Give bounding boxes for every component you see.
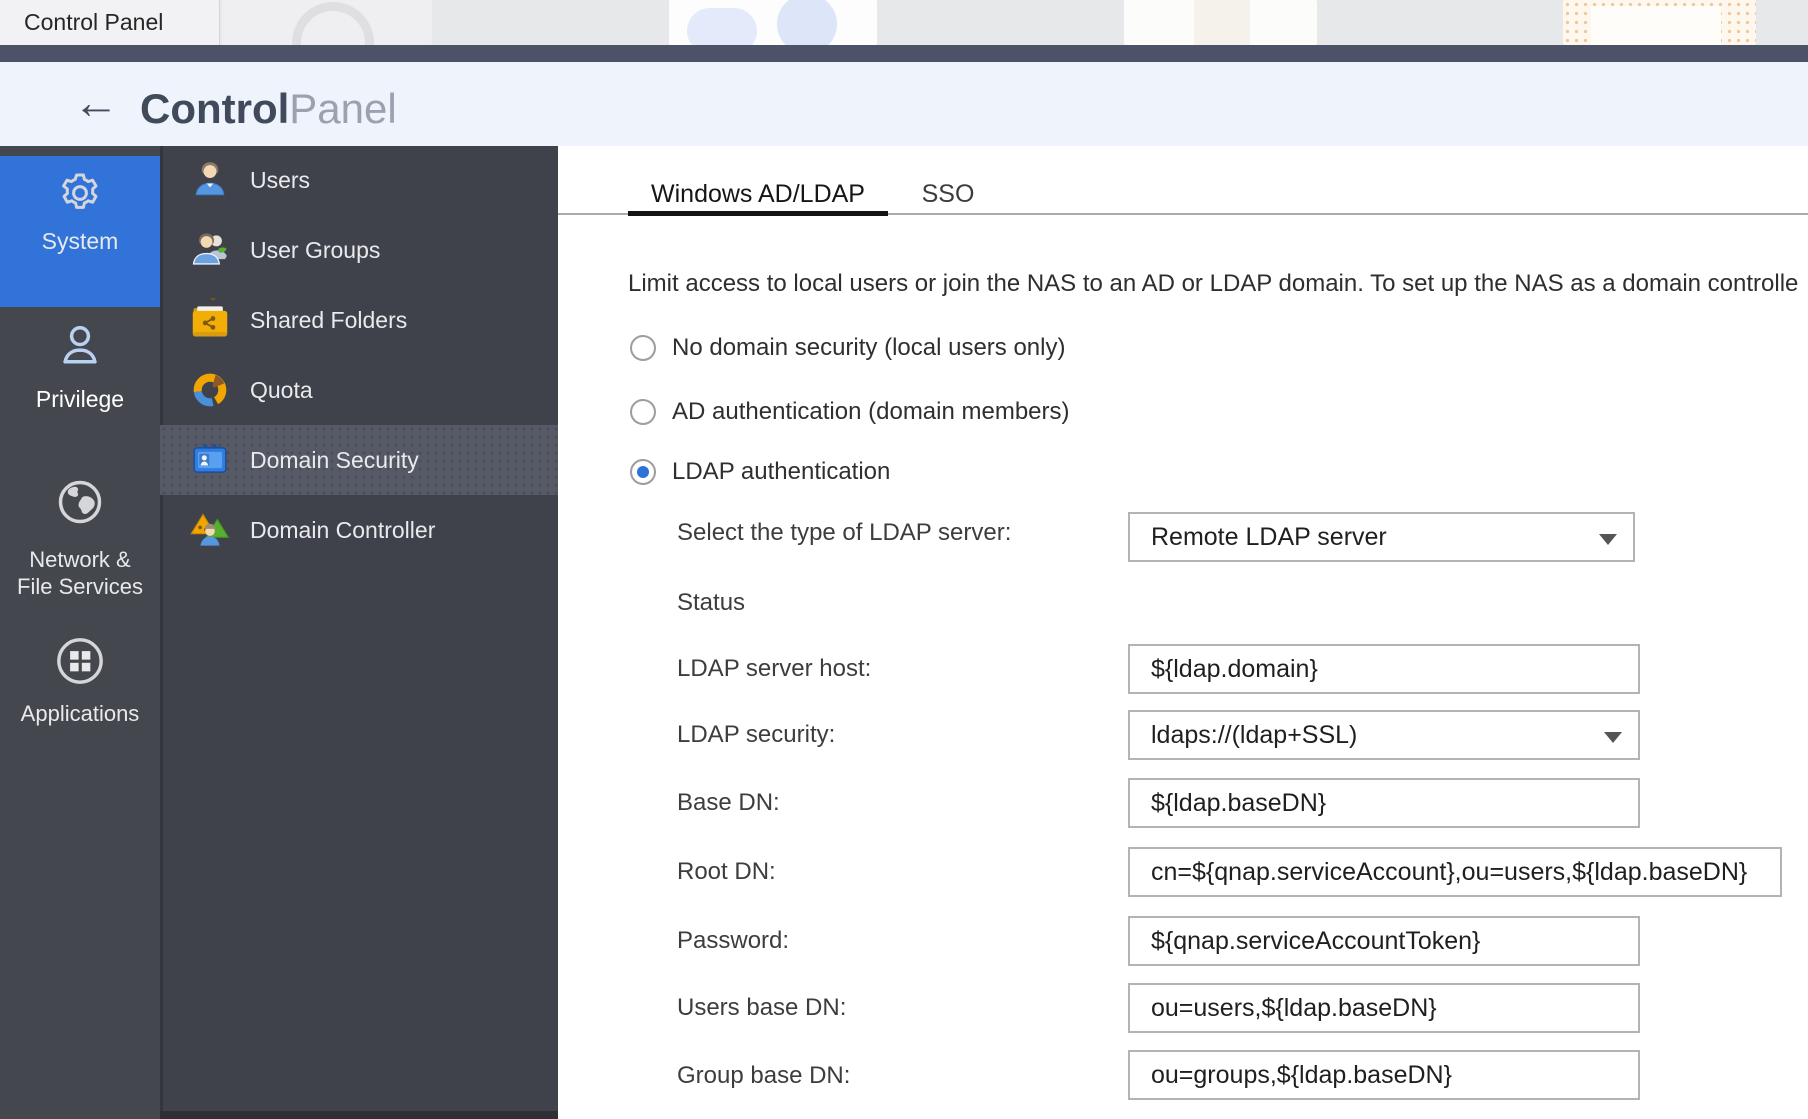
field-value: ldaps://(ldap+SSL) (1151, 721, 1357, 749)
menu-item-label: User Groups (250, 237, 380, 264)
radio-ad-authentication[interactable] (630, 399, 656, 425)
field-label: LDAP server host: (677, 655, 871, 683)
domain-controller-icon (188, 508, 232, 552)
ldap-security-select[interactable]: ldaps://(ldap+SSL) (1128, 710, 1640, 760)
field-value: ${ldap.baseDN} (1151, 789, 1326, 817)
password-input[interactable]: ${qnap.serviceAccountToken} (1128, 916, 1640, 966)
app-header: ← ControlPanel (0, 62, 1808, 146)
radio-ldap-authentication[interactable] (630, 459, 656, 485)
window-preview-thumbnail[interactable] (1124, 0, 1317, 45)
person-icon[interactable] (0, 317, 160, 373)
active-tab-underline (628, 211, 888, 216)
radio-label: No domain security (local users only) (672, 335, 1065, 361)
menu-item-domain-security[interactable]: Domain Security (160, 425, 558, 495)
menu-item-quota[interactable]: Quota (160, 355, 558, 425)
radio-label: LDAP authentication (672, 459, 890, 485)
menu-item-label: Domain Security (250, 447, 419, 474)
taskbar-tab-control-panel[interactable]: Control Panel (0, 0, 220, 45)
shared-folders-icon (188, 298, 232, 342)
applications-grid-icon[interactable] (0, 634, 160, 688)
radio-label: AD authentication (domain members) (672, 399, 1070, 425)
ldap-type-label: Select the type of LDAP server: (677, 519, 1011, 547)
menu-item-label: Users (250, 167, 310, 194)
ldap-type-value: Remote LDAP server (1151, 523, 1387, 551)
menu-item-users[interactable]: Users (160, 145, 558, 215)
chevron-down-icon (1599, 534, 1617, 545)
chevron-down-icon (1604, 732, 1622, 743)
gear-icon[interactable] (0, 169, 160, 217)
window-preview-thumbnail[interactable] (669, 0, 877, 45)
title-divider-bar (0, 45, 1808, 62)
menu-item-label: Domain Controller (250, 517, 435, 544)
sidebar-bottom-strip (160, 1111, 558, 1119)
ldap-type-select[interactable]: Remote LDAP server (1128, 512, 1635, 562)
field-value: cn=${qnap.serviceAccount},ou=users,${lda… (1151, 858, 1747, 886)
field-label: Users base DN: (677, 994, 846, 1022)
menu-item-domain-controller[interactable]: Domain Controller (160, 495, 558, 565)
sidebar-item-applications[interactable]: Applications (0, 701, 160, 727)
ldap-server-host-input[interactable]: ${ldap.domain} (1128, 644, 1640, 694)
quota-pie-icon (188, 368, 232, 412)
domain-security-description: Limit access to local users or join the … (628, 270, 1808, 300)
field-label: LDAP security: (677, 721, 835, 749)
window-preview-thumbnail[interactable] (222, 0, 432, 45)
field-label: Base DN: (677, 789, 780, 817)
root-dn-input[interactable]: cn=${qnap.serviceAccount},ou=users,${lda… (1128, 847, 1782, 897)
window-preview-thumbnail[interactable] (1563, 0, 1756, 45)
page-title-bold: Control (140, 85, 289, 132)
sidebar-item-network-file-services[interactable]: Network & File Services (0, 546, 160, 600)
menu-item-label: Shared Folders (250, 307, 407, 334)
page-title: ControlPanel (140, 83, 397, 135)
field-label: Root DN: (677, 858, 776, 886)
field-value: ou=groups,${ldap.baseDN} (1151, 1061, 1452, 1089)
domain-security-badge-icon (188, 438, 232, 482)
menu-item-user-groups[interactable]: User Groups (160, 215, 558, 285)
menu-item-label: Quota (250, 377, 313, 404)
field-value: ${ldap.domain} (1151, 655, 1318, 683)
group-base-dn-input[interactable]: ou=groups,${ldap.baseDN} (1128, 1050, 1640, 1100)
field-label: Group base DN: (677, 1062, 850, 1090)
sidebar-item-label-line1: Network & (0, 546, 160, 573)
user-groups-icon (188, 228, 232, 272)
users-icon (188, 158, 232, 202)
sidebar-item-label-line2: File Services (0, 573, 160, 600)
tab-windows-ad-ldap[interactable]: Windows AD/LDAP (628, 178, 888, 210)
field-value: ou=users,${ldap.baseDN} (1151, 994, 1437, 1022)
page-title-light: Panel (289, 85, 396, 132)
back-arrow-icon[interactable]: ← (66, 70, 126, 134)
tab-sso[interactable]: SSO (898, 178, 998, 210)
globe-icon[interactable] (0, 476, 160, 528)
radio-no-domain-security[interactable] (630, 335, 656, 361)
control-panel-window: Control Panel ← ControlPanel System Priv… (0, 0, 1808, 1119)
status-label: Status (677, 589, 745, 617)
field-value: ${qnap.serviceAccountToken} (1151, 927, 1480, 955)
taskbar-tab-label: Control Panel (0, 9, 163, 36)
taskbar-strip: Control Panel (0, 0, 1808, 45)
sidebar-item-system[interactable]: System (0, 228, 160, 255)
base-dn-input[interactable]: ${ldap.baseDN} (1128, 778, 1640, 828)
menu-item-shared-folders[interactable]: Shared Folders (160, 285, 558, 355)
field-label: Password: (677, 927, 789, 955)
users-base-dn-input[interactable]: ou=users,${ldap.baseDN} (1128, 983, 1640, 1033)
sidebar-item-privilege[interactable]: Privilege (0, 386, 160, 413)
